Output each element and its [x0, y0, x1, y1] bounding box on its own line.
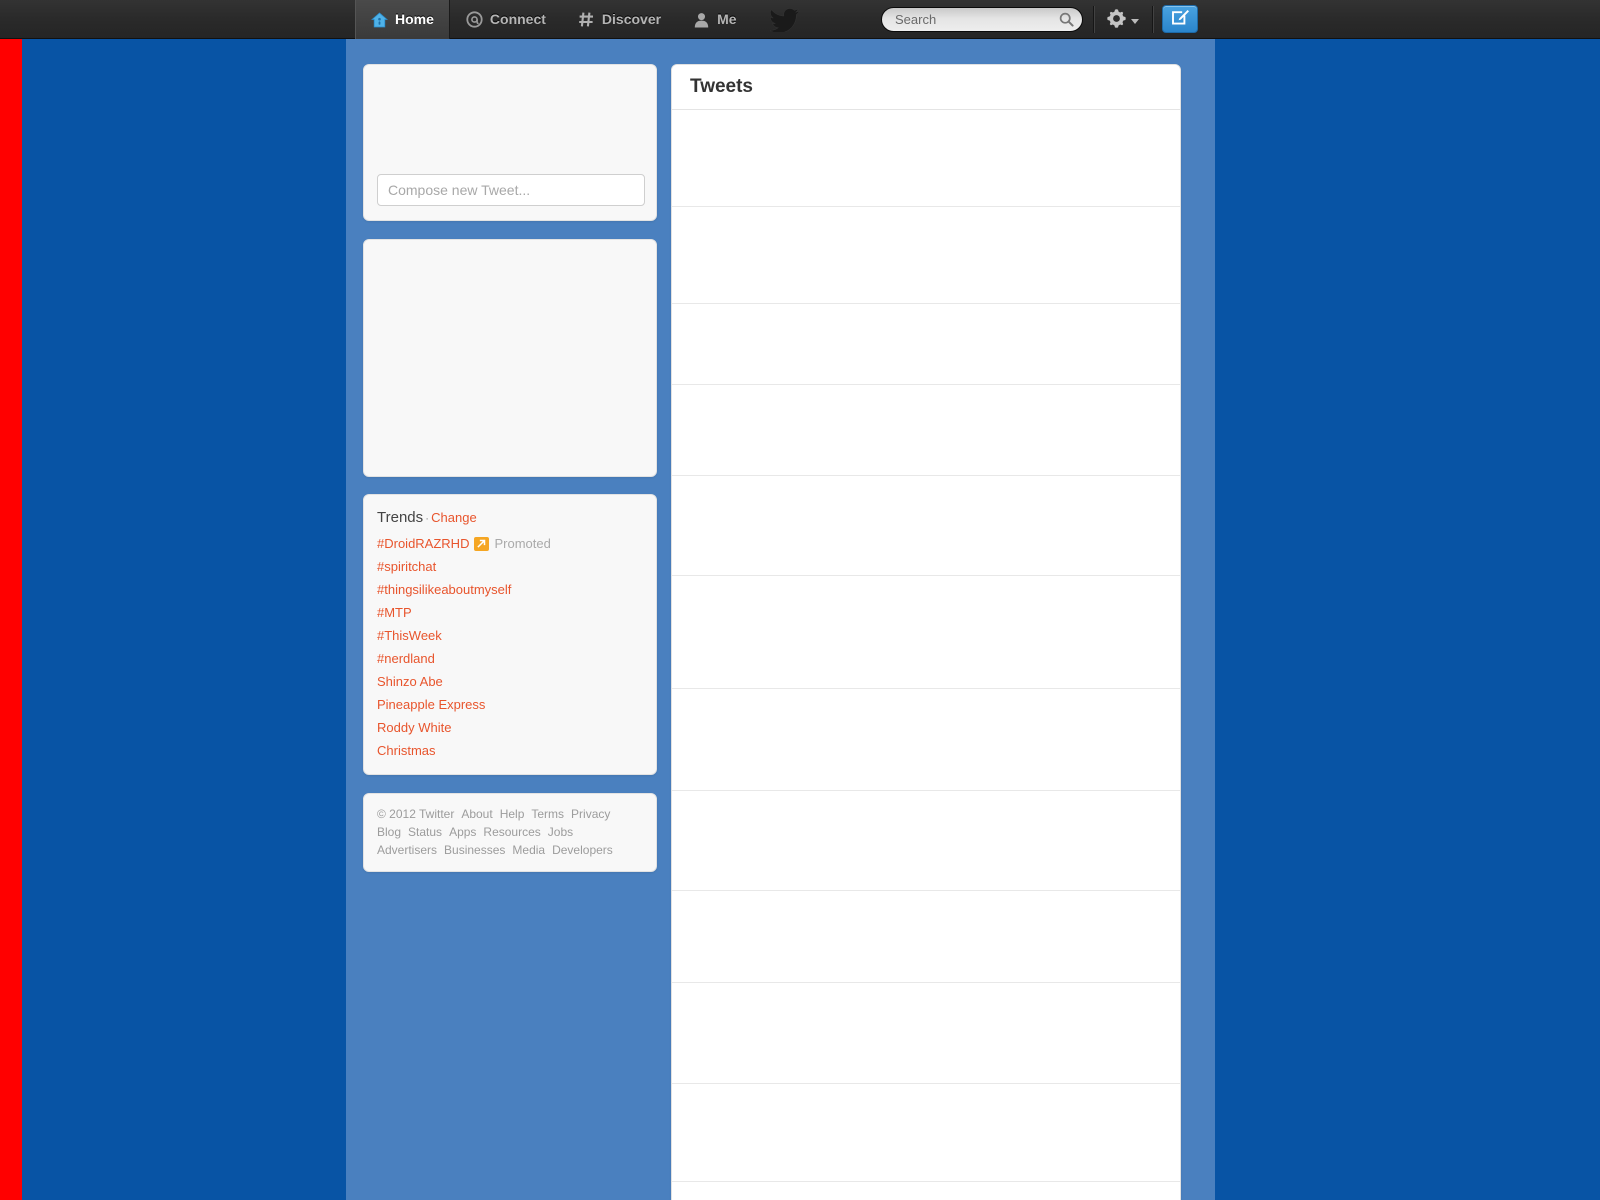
- footer-link-developers[interactable]: Developers: [552, 843, 613, 857]
- trend-label: #MTP: [377, 605, 412, 620]
- copyright-text: © 2012 Twitter: [377, 807, 455, 821]
- nav-tab-home[interactable]: Home: [355, 0, 450, 39]
- nav-tab-me[interactable]: Me: [677, 0, 752, 39]
- trend-item[interactable]: Roddy White: [364, 716, 656, 739]
- trend-label: #spiritchat: [377, 559, 437, 574]
- tweet-row[interactable]: [672, 576, 1180, 689]
- top-navigation-bar: Home Connect Discover Me Search: [0, 0, 1600, 39]
- nav-divider-left: [1093, 6, 1094, 33]
- trends-card: Trends · Change #DroidRAZRHD Promoted #spi…: [363, 494, 657, 775]
- home-icon: [370, 11, 389, 28]
- left-red-strip: [0, 39, 22, 1200]
- trend-item[interactable]: #spiritchat: [364, 555, 656, 578]
- nav-tab-discover[interactable]: Discover: [562, 0, 677, 39]
- trend-item[interactable]: Christmas: [364, 739, 656, 762]
- settings-menu-button[interactable]: [1106, 8, 1139, 34]
- timeline-title: Tweets: [690, 76, 754, 97]
- tweet-row[interactable]: [672, 385, 1180, 476]
- trend-label: #ThisWeek: [377, 628, 442, 643]
- footer-link-terms[interactable]: Terms: [531, 807, 564, 821]
- compose-tweet-icon: [1171, 7, 1190, 31]
- sidebar: Trends·Change #DroidRAZRHD Promoted #spi…: [363, 64, 657, 872]
- trends-change-link[interactable]: Change: [431, 510, 477, 525]
- timeline-header: Tweets: [672, 65, 1180, 110]
- tweet-row[interactable]: [672, 476, 1180, 576]
- at-icon: [466, 11, 483, 28]
- footer-link-about[interactable]: About: [461, 807, 492, 821]
- footer-row-3: Advertisers Businesses Media Developers: [377, 841, 643, 859]
- trend-item[interactable]: Shinzo Abe: [364, 670, 656, 693]
- tweet-list[interactable]: [672, 110, 1180, 1200]
- compose-card: [363, 64, 657, 221]
- footer-link-businesses[interactable]: Businesses: [444, 843, 505, 857]
- footer-link-apps[interactable]: Apps: [449, 825, 476, 839]
- footer-link-blog[interactable]: Blog: [377, 825, 401, 839]
- trend-label: Roddy White: [377, 720, 452, 735]
- tweet-row[interactable]: [672, 891, 1180, 983]
- footer-row-1: © 2012 Twitter About Help Terms Privacy: [377, 805, 643, 823]
- who-to-follow-card: [363, 239, 657, 477]
- footer-link-status[interactable]: Status: [408, 825, 442, 839]
- trends-title: Trends: [377, 509, 424, 526]
- footer-link-jobs[interactable]: Jobs: [548, 825, 573, 839]
- footer-link-privacy[interactable]: Privacy: [571, 807, 610, 821]
- trend-label: Christmas: [377, 743, 436, 758]
- footer-link-help[interactable]: Help: [500, 807, 525, 821]
- gear-icon: [1106, 8, 1127, 34]
- trend-item[interactable]: #MTP: [364, 601, 656, 624]
- nav-tab-me-label: Me: [717, 11, 737, 27]
- tweet-row[interactable]: [672, 983, 1180, 1084]
- trend-label: Pineapple Express: [377, 697, 486, 712]
- hash-icon: [578, 11, 595, 28]
- trend-label: #DroidRAZRHD: [377, 536, 470, 551]
- trend-item[interactable]: #thingsilikeaboutmyself: [364, 578, 656, 601]
- tweet-row[interactable]: [672, 689, 1180, 791]
- trend-label: #nerdland: [377, 651, 435, 666]
- tweet-row[interactable]: [672, 791, 1180, 891]
- nav-divider-right: [1152, 6, 1153, 33]
- person-icon: [693, 12, 710, 28]
- twitter-bird-icon[interactable]: [769, 8, 800, 34]
- promoted-icon: [474, 536, 490, 551]
- main-content: Trends·Change #DroidRAZRHD Promoted #spi…: [346, 39, 1215, 1200]
- trend-item[interactable]: #DroidRAZRHD Promoted: [364, 532, 656, 555]
- timeline-panel: Tweets: [671, 64, 1181, 1200]
- nav-tabs: Home Connect Discover Me: [355, 0, 753, 39]
- footer-row-2: Blog Status Apps Resources Jobs: [377, 823, 643, 841]
- nav-tab-connect-label: Connect: [489, 11, 546, 27]
- trend-label: #thingsilikeaboutmyself: [377, 582, 512, 597]
- tweet-row[interactable]: [672, 110, 1180, 207]
- footer-link-media[interactable]: Media: [512, 843, 545, 857]
- compose-new-tweet-input[interactable]: [377, 174, 645, 206]
- tweet-row[interactable]: [672, 1084, 1180, 1182]
- nav-tab-connect[interactable]: Connect: [450, 0, 562, 39]
- footer-link-resources[interactable]: Resources: [483, 825, 540, 839]
- tweet-row[interactable]: [672, 1182, 1180, 1200]
- nav-tab-discover-label: Discover: [601, 11, 662, 27]
- trend-item[interactable]: #nerdland: [364, 647, 656, 670]
- nav-tab-home-label: Home: [395, 11, 434, 27]
- profile-summary-area: [364, 65, 656, 175]
- promoted-label: Promoted: [494, 536, 551, 551]
- tweet-row[interactable]: [672, 304, 1180, 385]
- chevron-down-icon: [1131, 18, 1139, 24]
- trend-item[interactable]: Pineapple Express: [364, 693, 656, 716]
- trends-separator: ·: [425, 511, 430, 525]
- search-box[interactable]: [881, 7, 1083, 32]
- trend-label: Shinzo Abe: [377, 674, 443, 689]
- tweet-row[interactable]: [672, 207, 1180, 304]
- compose-tweet-button[interactable]: [1162, 5, 1198, 33]
- search-input[interactable]: [881, 7, 1083, 32]
- footer-link-advertisers[interactable]: Advertisers: [377, 843, 437, 857]
- footer-links-card: © 2012 Twitter About Help Terms Privacy Blog…: [363, 793, 657, 872]
- trends-header: Trends · Change: [364, 509, 656, 532]
- trend-item[interactable]: #ThisWeek: [364, 624, 656, 647]
